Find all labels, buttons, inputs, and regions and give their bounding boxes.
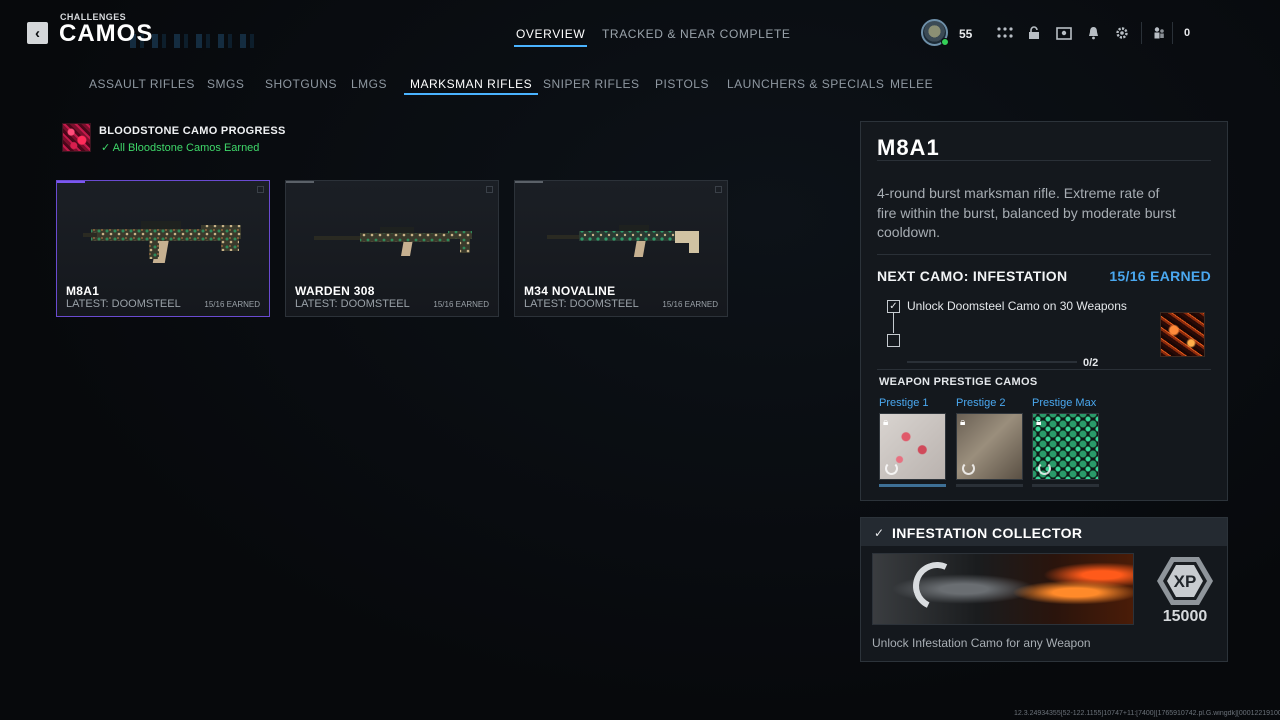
prestige-2-progress — [956, 484, 1023, 487]
tab-smgs[interactable]: SMGS — [207, 77, 244, 91]
weapon-latest-camo: LATEST: DOOMSTEEL — [66, 298, 181, 310]
tab-marksman-rifles[interactable]: MARKSMAN RIFLES — [403, 77, 539, 95]
tab-lmgs[interactable]: LMGS — [351, 77, 387, 91]
card-corner — [715, 186, 722, 193]
weapon-name: WARDEN 308 — [295, 284, 375, 298]
weapon-image — [83, 221, 241, 263]
horn-shape — [906, 555, 968, 617]
collector-description: Unlock Infestation Camo for any Weapon — [872, 636, 1091, 650]
recycle-icon — [962, 462, 975, 475]
weapon-card-warden-308[interactable]: WARDEN 308 LATEST: DOOMSTEEL 15/16 EARNE… — [285, 180, 499, 317]
tab-assault-rifles[interactable]: ASSAULT RIFLES — [89, 77, 195, 91]
weapon-image — [547, 225, 699, 257]
divider — [1172, 22, 1173, 44]
tab-overview[interactable]: OVERVIEW — [513, 27, 588, 47]
task-progress-bar — [907, 361, 1077, 363]
prestige-2-camo-tile[interactable]: 🔒︎ — [956, 413, 1023, 480]
prestige-max-label: Prestige Max — [1032, 397, 1097, 409]
tab-melee[interactable]: MELEE — [890, 77, 933, 91]
gear-icon[interactable] — [1113, 24, 1131, 42]
tab-pistols[interactable]: PISTOLS — [655, 77, 709, 91]
lock-icon: 🔒︎ — [1036, 417, 1042, 428]
weapon-description: 4-round burst marksman rifle. Extreme ra… — [877, 185, 1176, 240]
camo-earned-count: 15/16 EARNED — [1109, 268, 1211, 284]
tab-sniper-rifles[interactable]: SNIPER RIFLES — [543, 77, 640, 91]
prestige-camos-title: WEAPON PRESTIGE CAMOS — [879, 376, 1038, 388]
xp-badge-icon: XP — [1157, 557, 1213, 605]
collector-reward-art — [872, 553, 1134, 625]
infestation-camo-preview[interactable] — [1160, 312, 1205, 357]
weapon-card-m8a1[interactable]: M8A1 LATEST: DOOMSTEEL 15/16 EARNED — [56, 180, 270, 317]
divider — [877, 160, 1211, 161]
prestige-1-camo-tile[interactable]: 🔒︎ — [879, 413, 946, 480]
bloodstone-status-text: All Bloodstone Camos Earned — [112, 142, 260, 154]
currency-count: 0 — [1184, 27, 1191, 39]
unlock-icon[interactable] — [1025, 24, 1043, 42]
weapon-earned: 15/16 EARNED — [662, 300, 718, 309]
card-accent — [515, 181, 543, 183]
back-button[interactable]: ‹ — [27, 22, 48, 44]
task-label: Unlock Doomsteel Camo on 30 Weapons — [907, 299, 1127, 313]
build-version: 12.3.24934355[52-122.1155]10747+11:[7400… — [1014, 710, 1280, 717]
weapon-name: M8A1 — [66, 284, 100, 298]
divider — [1141, 22, 1142, 44]
bell-icon[interactable] — [1084, 24, 1102, 42]
card-accent — [57, 181, 85, 183]
recycle-icon — [1038, 462, 1051, 475]
weapon-earned: 15/16 EARNED — [433, 300, 489, 309]
prestige-max-progress — [1032, 484, 1099, 487]
recycle-icon — [885, 462, 898, 475]
player-level: 55 — [959, 27, 973, 41]
chevron-left-icon: ‹ — [35, 24, 40, 42]
checkmark-icon: ✓ — [874, 526, 885, 540]
lock-icon: 🔒︎ — [883, 417, 889, 428]
divider — [877, 254, 1211, 255]
id-card-icon[interactable] — [1055, 24, 1073, 42]
task-progress-text: 0/2 — [1083, 357, 1099, 369]
bloodstone-camo-icon — [62, 123, 91, 152]
weapon-earned: 15/16 EARNED — [204, 300, 260, 309]
weapon-latest-camo: LATEST: DOOMSTEEL — [524, 298, 639, 310]
tab-launchers-specials[interactable]: LAUNCHERS & SPECIALS — [727, 77, 884, 91]
squad-icon[interactable] — [1150, 24, 1168, 42]
prestige-1-progress — [879, 484, 946, 487]
next-camo-label: NEXT CAMO: INFESTATION — [877, 268, 1068, 284]
page-title: CAMOS — [59, 20, 154, 47]
bloodstone-status: ✓ All Bloodstone Camos Earned — [101, 141, 259, 154]
prestige-2-label: Prestige 2 — [956, 397, 1006, 409]
weapon-details-name: M8A1 — [877, 135, 940, 160]
collector-title: INFESTATION COLLECTOR — [892, 525, 1083, 541]
task-connector — [893, 313, 894, 333]
grid-icon[interactable] — [996, 24, 1014, 42]
lock-icon: 🔒︎ — [960, 417, 966, 428]
weapon-latest-camo: LATEST: DOOMSTEEL — [295, 298, 410, 310]
tab-tracked-near-complete[interactable]: TRACKED & NEAR COMPLETE — [602, 27, 791, 41]
divider — [877, 369, 1211, 370]
svg-text:XP: XP — [1174, 572, 1197, 591]
card-corner — [257, 186, 264, 193]
bloodstone-title: BLOODSTONE CAMO PROGRESS — [99, 125, 286, 137]
weapon-card-m34-novaline[interactable]: M34 NOVALINE LATEST: DOOMSTEEL 15/16 EAR… — [514, 180, 728, 317]
weapon-image — [314, 227, 472, 256]
card-corner — [486, 186, 493, 193]
task-checkbox-unchecked — [887, 334, 900, 347]
prestige-1-label: Prestige 1 — [879, 397, 929, 409]
card-accent — [286, 181, 314, 183]
online-status-dot — [941, 38, 949, 46]
task-checkbox-checked: ✓ — [887, 300, 900, 313]
checkmark-icon: ✓ — [101, 142, 111, 154]
prestige-max-camo-tile[interactable]: 🔒︎ — [1032, 413, 1099, 480]
tab-shotguns[interactable]: SHOTGUNS — [265, 77, 337, 91]
weapon-name: M34 NOVALINE — [524, 284, 616, 298]
xp-reward-value: 15000 — [1162, 608, 1208, 625]
